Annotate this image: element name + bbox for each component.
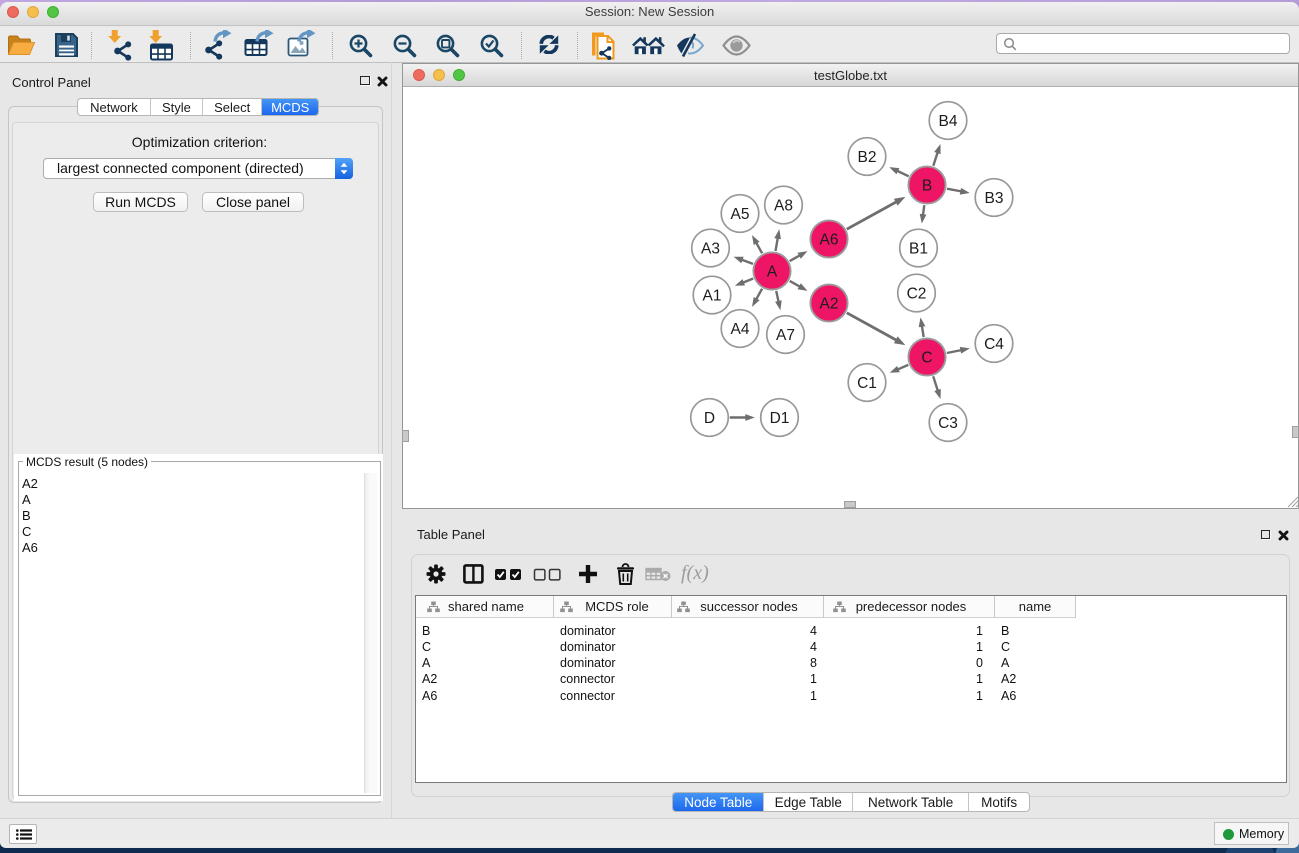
svg-text:A4: A4 <box>731 321 750 338</box>
svg-text:B3: B3 <box>985 190 1004 207</box>
svg-text:A1: A1 <box>703 288 722 305</box>
svg-text:B4: B4 <box>939 113 958 130</box>
svg-text:B2: B2 <box>858 149 877 166</box>
svg-text:A2: A2 <box>820 296 839 313</box>
svg-text:A: A <box>767 264 778 281</box>
svg-text:A5: A5 <box>731 206 750 223</box>
svg-text:A3: A3 <box>701 241 720 258</box>
svg-text:B1: B1 <box>909 241 928 258</box>
svg-text:C3: C3 <box>938 415 958 432</box>
svg-text:A6: A6 <box>820 232 839 249</box>
svg-text:C1: C1 <box>857 375 877 392</box>
svg-text:C: C <box>921 350 932 367</box>
svg-text:B: B <box>922 178 932 195</box>
svg-text:A7: A7 <box>776 327 795 344</box>
svg-text:A8: A8 <box>774 198 793 215</box>
svg-text:C2: C2 <box>907 286 927 303</box>
svg-text:D1: D1 <box>770 410 790 427</box>
svg-text:D: D <box>704 410 715 427</box>
svg-text:C4: C4 <box>984 336 1004 353</box>
